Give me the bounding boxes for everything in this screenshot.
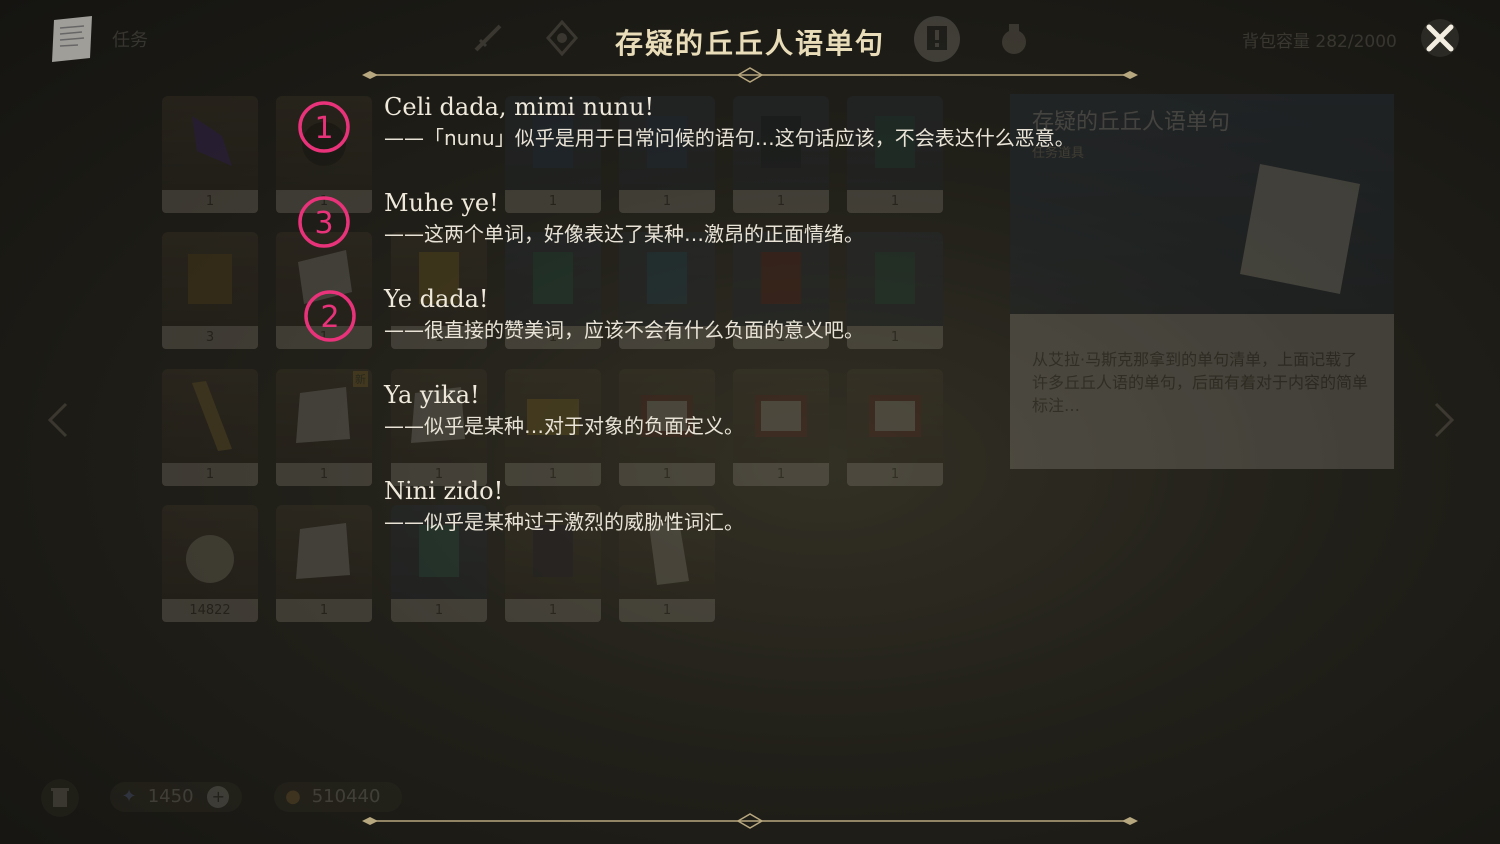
item-count: 14822 [162,599,258,622]
inventory-item[interactable]: 1 [162,96,258,213]
inventory-grid: 1 1 1 1 1 1 3 1 1 1 1 1 1 1 新 1 1 1 1 1 … [162,96,962,636]
item-count: 1 [162,463,258,486]
phrase-text: Ya yika! [384,381,480,409]
item-count: 1 [391,599,487,622]
overlay-title: 存疑的丘丘人语单句 [614,27,885,60]
new-badge: 新 [353,371,368,387]
prev-arrow-icon[interactable] [46,400,70,440]
phrase-entry: Ye dada! ——很直接的赞美词，应该不会有什么负面的意义吧。 [384,284,1184,344]
phrase-note: ——「nunu」似乎是用于日常问候的语句…这句话应该，不会表达什么恶意。 [384,126,1075,150]
primogem-counter: ✦ 1450 + [110,782,242,812]
inventory-item[interactable]: 14822 [162,505,258,622]
phrase-text: Celi dada, mimi nunu! [384,93,655,121]
book-icon [188,254,232,304]
top-divider-ornament [362,67,1138,83]
paper-icon [1240,164,1360,294]
svg-text:1: 1 [314,111,333,146]
scroll-icon [192,381,232,451]
phrase-entry: Nini zido! ——似乎是某种过于激烈的威胁性词汇。 [384,476,1184,536]
item-count: 1 [505,599,601,622]
marker-circle-3: 3 [298,196,350,248]
inventory-item[interactable]: 3 [162,232,258,349]
phrase-text: Nini zido! [384,477,504,505]
inventory-item[interactable]: 1 [162,369,258,486]
inventory-item[interactable]: 新 1 [276,369,372,486]
phrase-entry: Ya yika! ——似乎是某种…对于对象的负面定义。 [384,380,1184,440]
quest-paper-icon [52,16,92,62]
mora-icon: ● [285,786,301,807]
inventory-item[interactable]: 1 [276,505,372,622]
quest-label: 任务 [112,30,148,51]
item-count: 1 [619,599,715,622]
phrase-note: ——很直接的赞美词，应该不会有什么负面的意义吧。 [384,318,864,342]
phrase-text: Muhe ye! [384,189,499,217]
add-primogem-button[interactable]: + [207,786,230,808]
bag-icon[interactable] [994,18,1034,58]
bag-item-icon [186,535,234,583]
item-count: 1 [276,463,372,486]
crystal-icon [192,116,232,166]
phrase-note: ——似乎是某种…对于对象的负面定义。 [384,414,744,438]
next-arrow-icon[interactable] [1432,400,1456,440]
close-icon[interactable] [1420,18,1460,58]
item-count: 3 [162,326,258,349]
bag-capacity: 背包容量 282/2000 [1242,32,1397,52]
phrase-entry: Muhe ye! ——这两个单词，好像表达了某种…激昂的正面情绪。 [384,188,1184,248]
trash-icon[interactable] [40,778,80,818]
phrase-entry: Celi dada, mimi nunu! ——「nunu」似乎是用于日常问候的… [384,92,1184,152]
marker-circle-2: 2 [304,290,356,342]
phrase-note: ——似乎是某种过于激烈的威胁性词汇。 [384,510,744,534]
bottom-divider-ornament [362,813,1138,829]
paper-icon [296,523,350,579]
item-count: 1 [276,599,372,622]
phrase-note: ——这两个单词，好像表达了某种…激昂的正面情绪。 [384,222,864,246]
svg-text:3: 3 [314,206,333,241]
item-count: 1 [162,190,258,213]
marker-circle-1: 1 [298,101,350,153]
phrase-text: Ye dada! [384,285,489,313]
primogem-icon: ✦ [121,786,137,807]
svg-text:2: 2 [320,300,339,335]
mora-counter: ● 510440 [274,782,402,812]
